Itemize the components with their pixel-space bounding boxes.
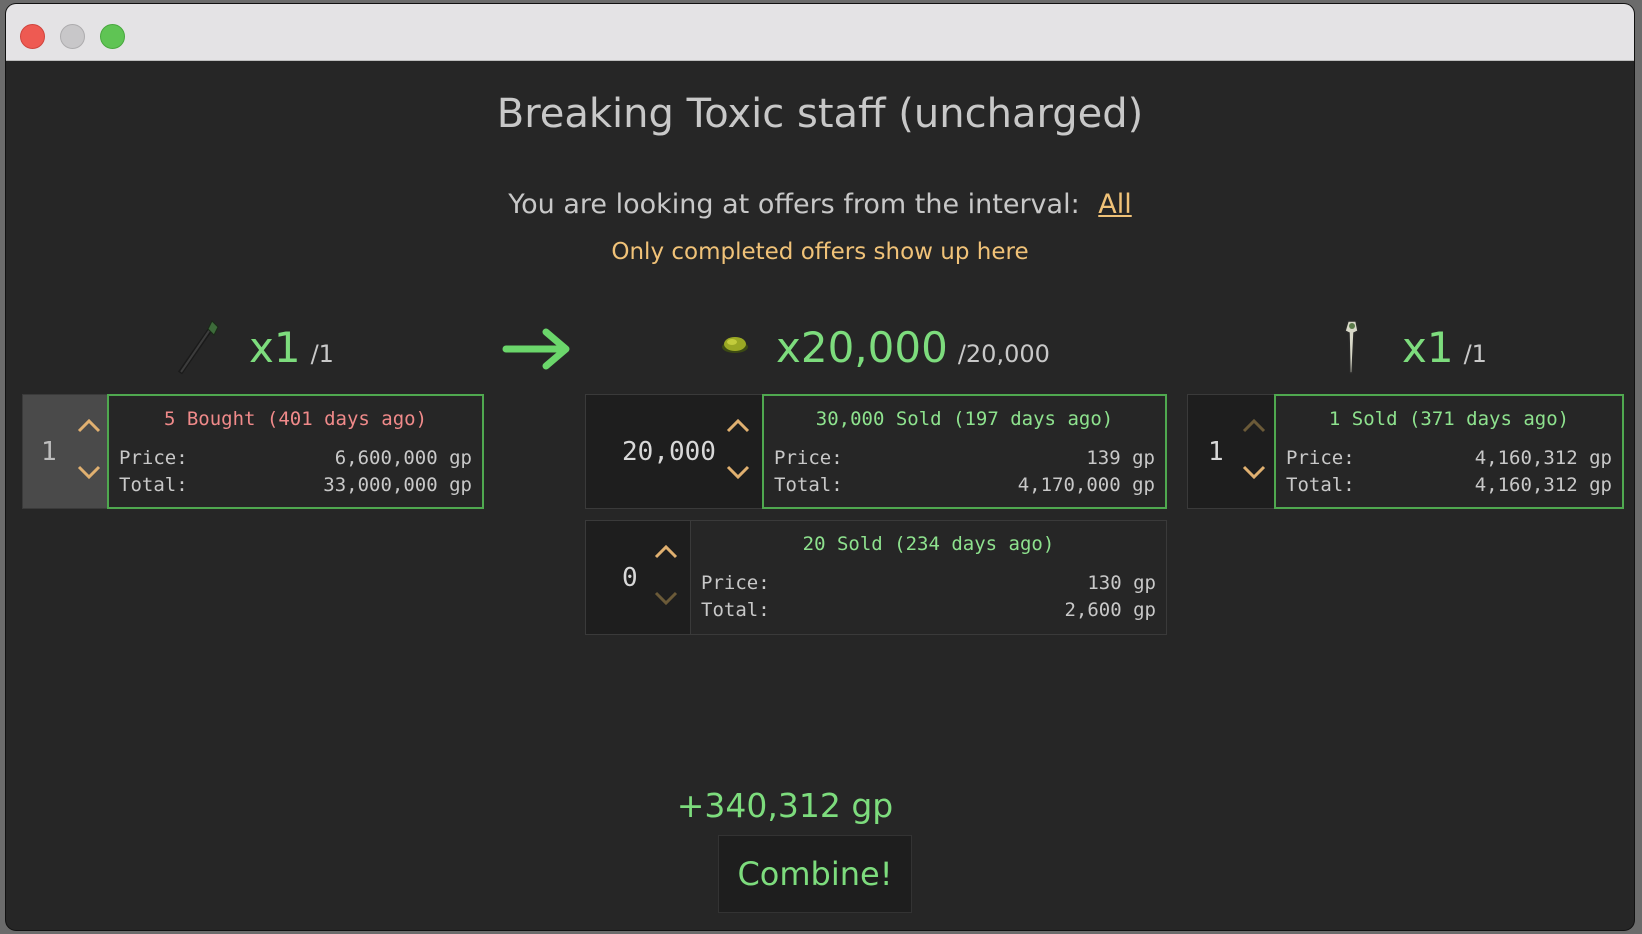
chevron-down-icon[interactable] bbox=[75, 463, 103, 483]
output-2-qty-max: /1 bbox=[1463, 340, 1487, 368]
profit-value: +340,312 gp bbox=[676, 786, 894, 825]
offer-header: 5 Bought (401 days ago) bbox=[163, 408, 428, 430]
output-1-qty: x20,000 bbox=[776, 323, 948, 372]
offer-card[interactable]: 30,000 Sold (197 days ago) Price: 139 gp… bbox=[762, 394, 1167, 509]
main-content: Breaking Toxic staff (uncharged) You are… bbox=[6, 61, 1634, 930]
interval-text: You are looking at offers from the inter… bbox=[508, 189, 1080, 220]
price-value: 130 gp bbox=[1087, 572, 1156, 594]
offer-header: 1 Sold (371 days ago) bbox=[1328, 408, 1570, 430]
price-label: Price: bbox=[119, 447, 188, 469]
total-value: 4,160,312 gp bbox=[1474, 474, 1612, 496]
output-2-qty: x1 bbox=[1402, 323, 1454, 372]
chevron-down-icon[interactable] bbox=[652, 589, 680, 609]
total-value: 2,600 gp bbox=[1064, 599, 1156, 621]
input-offer-row: 1 5 Bought (401 days ago) Price: 6,600,0… bbox=[22, 394, 484, 509]
total-row: Total: 4,160,312 gp bbox=[1286, 474, 1612, 496]
total-row: Total: 4,170,000 gp bbox=[774, 474, 1155, 496]
output-2-offer-row: 1 1 Sold (371 days ago) Price: 4,160,312… bbox=[1187, 394, 1624, 509]
maximize-window-button[interactable] bbox=[100, 24, 125, 49]
price-row: Price: 139 gp bbox=[774, 447, 1155, 469]
offer-card[interactable]: 1 Sold (371 days ago) Price: 4,160,312 g… bbox=[1274, 394, 1624, 509]
app-window: Breaking Toxic staff (uncharged) You are… bbox=[6, 4, 1634, 930]
chevron-up-icon[interactable] bbox=[724, 415, 752, 435]
combine-button[interactable]: Combine! bbox=[718, 835, 912, 913]
chevron-down-icon[interactable] bbox=[724, 463, 752, 483]
offer-header: 30,000 Sold (197 days ago) bbox=[815, 408, 1114, 430]
offer-header: 20 Sold (234 days ago) bbox=[802, 533, 1055, 555]
interval-info: You are looking at offers from the inter… bbox=[6, 189, 1634, 220]
output-2-quantity: x1 /1 bbox=[1402, 323, 1487, 372]
price-value: 6,600,000 gp bbox=[334, 447, 472, 469]
input-item-quantity: x1 /1 bbox=[249, 323, 334, 372]
chevron-up-icon[interactable] bbox=[652, 541, 680, 561]
offer-card[interactable]: 20 Sold (234 days ago) Price: 130 gp Tot… bbox=[690, 520, 1167, 635]
input-quantity-stepper[interactable]: 1 bbox=[23, 395, 107, 508]
stepper-value[interactable]: 1 bbox=[1208, 437, 1224, 467]
total-label: Total: bbox=[774, 474, 843, 496]
price-row: Price: 6,600,000 gp bbox=[119, 447, 472, 469]
title-bar[interactable] bbox=[6, 4, 1634, 61]
stepper-value[interactable]: 20,000 bbox=[622, 437, 716, 467]
scales-icon bbox=[722, 337, 748, 353]
output-1-qty-max: /20,000 bbox=[957, 340, 1050, 368]
interval-link[interactable]: All bbox=[1098, 189, 1131, 220]
input-qty: x1 bbox=[249, 323, 301, 372]
output-1-quantity-stepper-2[interactable]: 0 bbox=[586, 521, 690, 634]
total-row: Total: 2,600 gp bbox=[701, 599, 1156, 621]
completed-offers-note: Only completed offers show up here bbox=[611, 239, 1029, 265]
page-title: Breaking Toxic staff (uncharged) bbox=[496, 91, 1144, 137]
output-1-offer-row-2: 0 20 Sold (234 days ago) Price: 130 gp T… bbox=[585, 520, 1167, 635]
output-1-quantity: x20,000 /20,000 bbox=[776, 323, 1050, 372]
price-value: 139 gp bbox=[1086, 447, 1155, 469]
staff-icon bbox=[177, 320, 219, 375]
price-value: 4,160,312 gp bbox=[1474, 447, 1612, 469]
input-qty-max: /1 bbox=[310, 340, 334, 368]
total-value: 4,170,000 gp bbox=[1017, 474, 1155, 496]
output-2-quantity-stepper[interactable]: 1 bbox=[1188, 395, 1274, 508]
price-row: Price: 130 gp bbox=[701, 572, 1156, 594]
total-value: 33,000,000 gp bbox=[323, 474, 472, 496]
total-label: Total: bbox=[701, 599, 770, 621]
offer-card[interactable]: 5 Bought (401 days ago) Price: 6,600,000… bbox=[107, 394, 484, 509]
price-label: Price: bbox=[774, 447, 843, 469]
close-window-button[interactable] bbox=[20, 24, 45, 49]
chevron-down-icon[interactable] bbox=[1240, 463, 1268, 483]
arrow-right-icon bbox=[502, 328, 570, 370]
price-label: Price: bbox=[1286, 447, 1355, 469]
stepper-value[interactable]: 1 bbox=[41, 437, 57, 467]
output-1-offer-row: 20,000 30,000 Sold (197 days ago) Price:… bbox=[585, 394, 1167, 509]
minimize-window-button[interactable] bbox=[60, 24, 85, 49]
total-label: Total: bbox=[119, 474, 188, 496]
chevron-up-icon[interactable] bbox=[75, 415, 103, 435]
price-label: Price: bbox=[701, 572, 770, 594]
output-1-quantity-stepper[interactable]: 20,000 bbox=[586, 395, 762, 508]
price-row: Price: 4,160,312 gp bbox=[1286, 447, 1612, 469]
total-row: Total: 33,000,000 gp bbox=[119, 474, 472, 496]
total-label: Total: bbox=[1286, 474, 1355, 496]
fang-icon bbox=[1344, 320, 1359, 374]
chevron-up-icon[interactable] bbox=[1240, 415, 1268, 435]
stepper-value[interactable]: 0 bbox=[622, 563, 638, 593]
